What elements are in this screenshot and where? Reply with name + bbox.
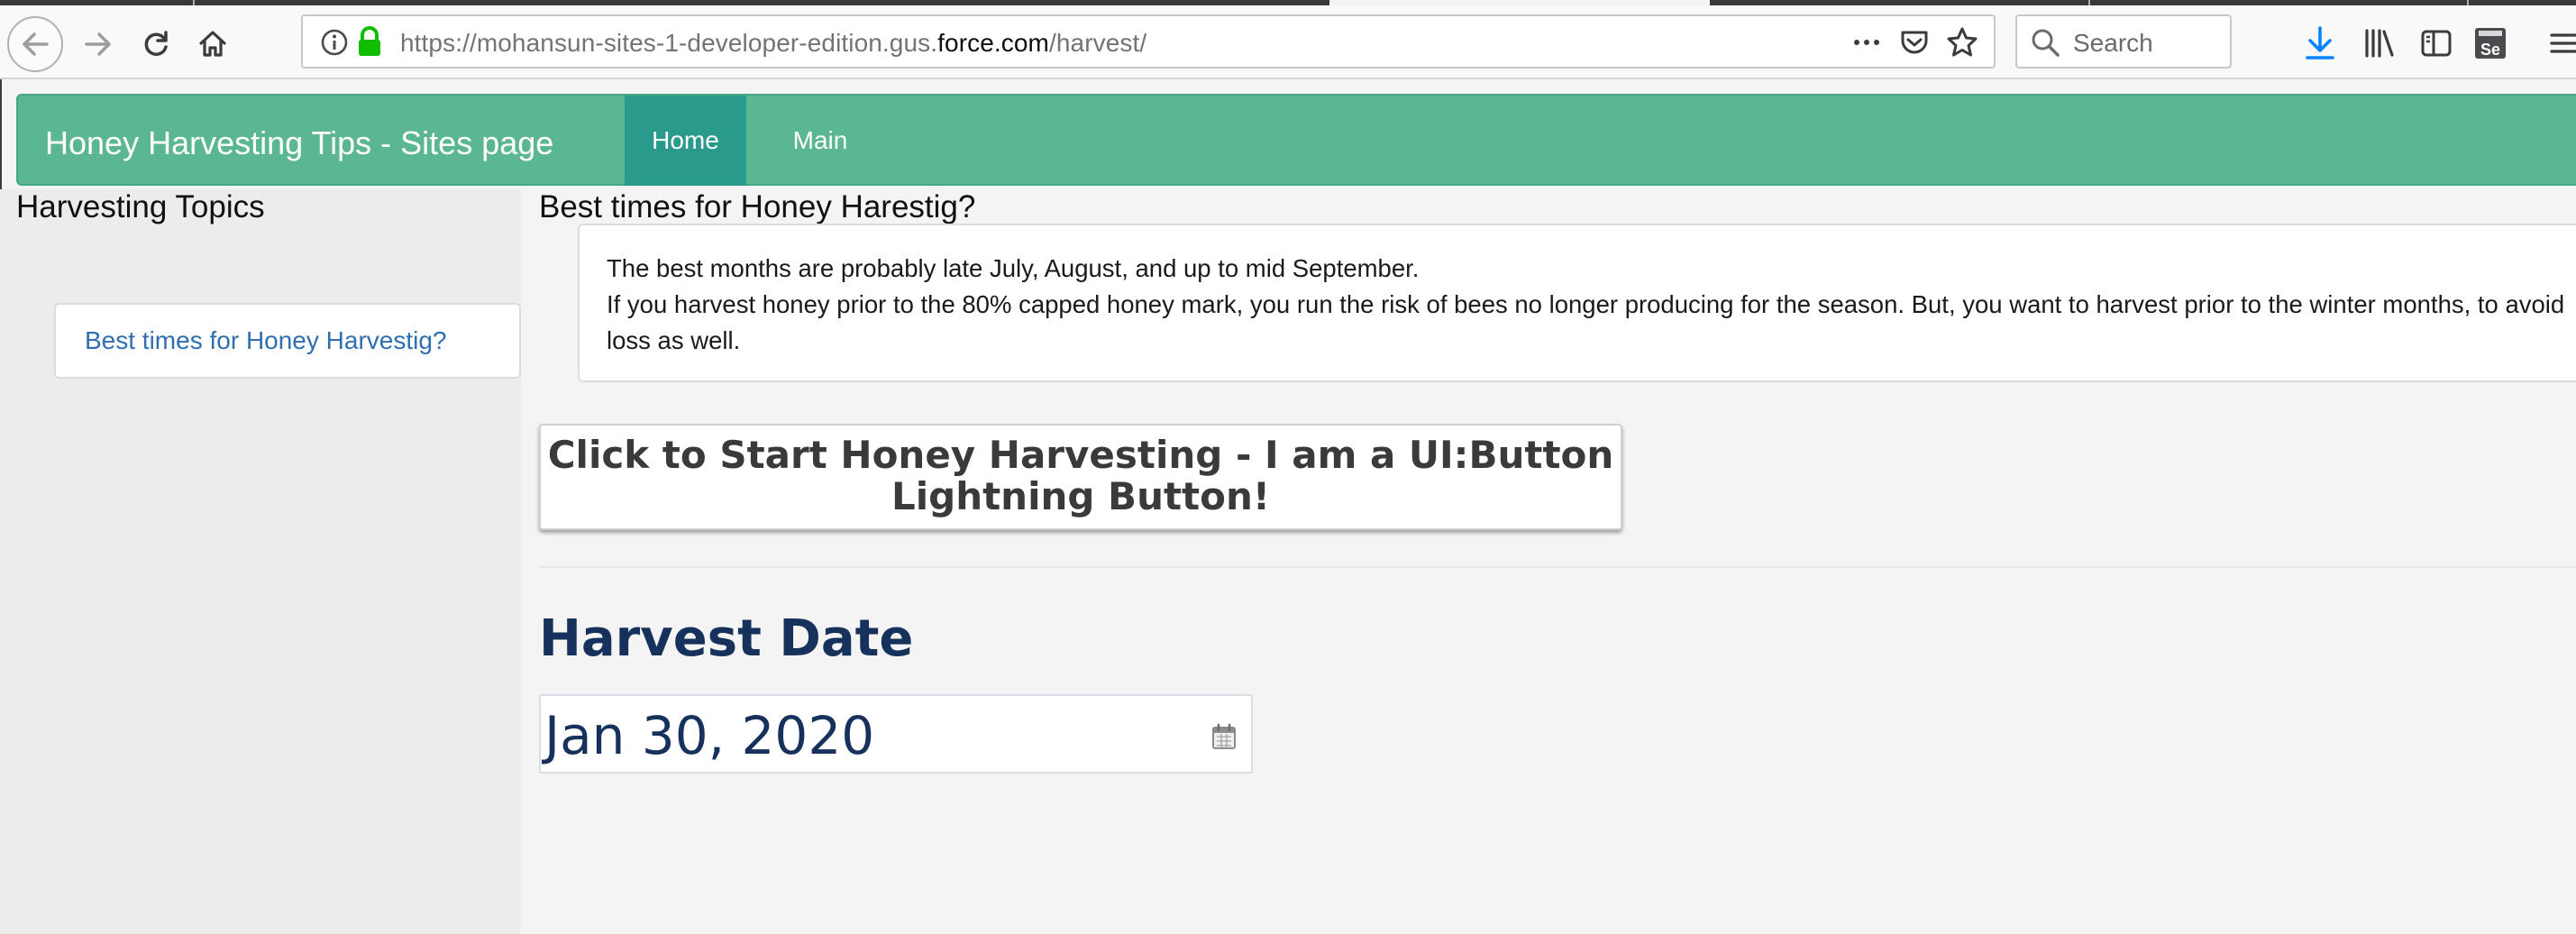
library-button[interactable]	[2360, 23, 2399, 63]
back-button[interactable]	[7, 16, 63, 72]
search-placeholder: Search	[2073, 29, 2153, 57]
downloads-button[interactable]	[2300, 23, 2340, 63]
article-body-card: The best months are probably late July, …	[578, 224, 2576, 382]
search-icon	[2032, 29, 2060, 57]
start-harvesting-button-line-2: Lightning Button!	[891, 474, 1271, 518]
page-content: Honey Harvesting Tips - Sites page Home …	[0, 79, 2576, 934]
start-harvesting-button[interactable]: Click to Start Honey Harvesting - I am a…	[539, 424, 1622, 530]
browser-toolbar: https://mohansun-sites-1-developer-editi…	[0, 5, 2576, 79]
sidebar-topic-card: Best times for Honey Harvestig?	[54, 303, 521, 379]
url-suffix: /harvest/	[1048, 29, 1147, 57]
download-arrow-icon	[2306, 26, 2334, 60]
reload-icon	[144, 31, 168, 56]
url-prefix: https://mohansun-sites-1-developer-editi…	[400, 29, 938, 57]
url-host: force.com	[937, 29, 1049, 57]
harvest-date-label: Harvest Date	[539, 609, 914, 668]
article-title: Best times for Honey Harestig?	[539, 189, 976, 224]
topics-sidebar: Harvesting Topics Best times for Honey H…	[0, 189, 521, 934]
harvest-date-input[interactable]: Jan 30, 2020	[539, 694, 1253, 774]
lock-icon[interactable]	[355, 25, 384, 58]
calendar-icon[interactable]	[1211, 723, 1237, 750]
harvest-date-value: Jan 30, 2020	[544, 705, 875, 766]
sidebar-icon	[2421, 30, 2452, 57]
sidebar-title: Harvesting Topics	[16, 189, 265, 224]
sidebar-topic-link[interactable]: Best times for Honey Harvestig?	[85, 326, 447, 355]
site-title: Honey Harvesting Tips - Sites page	[45, 124, 554, 161]
sidebar-toggle-button[interactable]	[2416, 23, 2456, 63]
selenium-extension-button[interactable]: Se	[2471, 23, 2510, 63]
hamburger-menu-icon	[2550, 33, 2576, 53]
bookmark-star-icon[interactable]	[1945, 25, 1979, 60]
forward-arrow-icon	[85, 32, 111, 56]
forward-button[interactable]	[70, 16, 126, 72]
library-icon	[2365, 29, 2394, 58]
home-button[interactable]	[185, 16, 241, 72]
svg-text:Se: Se	[2480, 41, 2500, 59]
address-bar[interactable]: https://mohansun-sites-1-developer-editi…	[301, 14, 1996, 69]
start-harvesting-button-line-1: Click to Start Honey Harvesting - I am a…	[547, 433, 1614, 477]
menu-button[interactable]	[2542, 23, 2576, 63]
nav-tab-home[interactable]: Home	[625, 96, 746, 186]
page-actions-more-icon[interactable]	[1851, 27, 1882, 58]
pocket-icon[interactable]	[1898, 26, 1931, 59]
url-text[interactable]: https://mohansun-sites-1-developer-editi…	[400, 29, 1146, 58]
article-line-2: If you harvest honey prior to the 80% ca…	[607, 290, 2565, 354]
nav-tab-main[interactable]: Main	[775, 96, 865, 186]
section-divider	[539, 566, 2576, 568]
reload-button[interactable]	[128, 16, 184, 72]
search-box[interactable]: Search	[2015, 14, 2232, 69]
info-icon[interactable]	[319, 27, 350, 58]
back-arrow-icon	[23, 32, 49, 56]
selenium-ide-icon: Se	[2475, 28, 2506, 59]
article-line-1: The best months are probably late July, …	[607, 254, 1420, 282]
article-body: The best months are probably late July, …	[607, 251, 2576, 359]
site-header: Honey Harvesting Tips - Sites page Home …	[16, 94, 2576, 186]
home-icon	[199, 31, 226, 57]
